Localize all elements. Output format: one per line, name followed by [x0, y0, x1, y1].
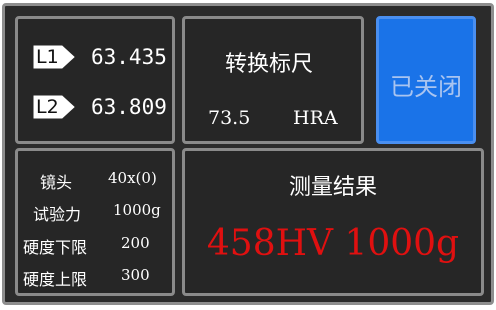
- result-title: 测量结果: [288, 175, 377, 200]
- l2-tag-label: L2: [36, 96, 59, 118]
- closed-toggle-button[interactable]: 已关闭: [376, 16, 476, 144]
- l2-value: 63.809: [91, 95, 167, 119]
- closed-toggle-label: 已关闭: [390, 73, 462, 101]
- param-label-hardness-lower: 硬度下限: [23, 238, 88, 257]
- conversion-title: 转换标尺: [225, 52, 314, 77]
- param-value-hardness-upper: 300: [121, 266, 150, 284]
- hardness-tester-screen: L1 63.435 L2 63.809 转换标尺 73.5 HRA 已关闭 镜头…: [2, 3, 494, 305]
- param-value-hardness-lower: 200: [121, 234, 150, 252]
- param-value-lens: 40x(0): [108, 169, 157, 187]
- measurement-result-panel: 测量结果 458HV 1000g: [182, 148, 484, 296]
- l2-tag: L2: [32, 94, 76, 120]
- param-label-lens: 镜头: [40, 173, 73, 192]
- param-value-test-force: 1000g: [113, 201, 161, 219]
- readings-panel: L1 63.435 L2 63.809: [15, 16, 175, 144]
- l1-tag-label: L1: [36, 46, 59, 68]
- l1-tag: L1: [32, 44, 76, 70]
- l1-value: 63.435: [91, 45, 167, 69]
- param-label-hardness-upper: 硬度上限: [23, 270, 88, 289]
- parameters-panel[interactable]: 镜头 40x(0) 试验力 1000g 硬度下限 200 硬度上限 300: [15, 148, 175, 296]
- param-label-test-force: 试验力: [33, 205, 82, 224]
- conversion-value: 73.5: [208, 107, 251, 129]
- conversion-scale-panel[interactable]: 转换标尺 73.5 HRA: [182, 16, 364, 144]
- result-value: 458HV 1000g: [206, 223, 460, 264]
- conversion-unit: HRA: [293, 107, 338, 129]
